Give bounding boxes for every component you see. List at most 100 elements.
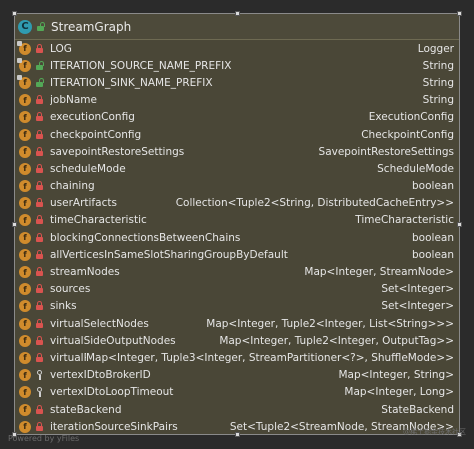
field-type: Set<Integer> [381, 283, 454, 296]
field-type: Collection<Tuple2<String, DistributedCac… [175, 197, 454, 210]
field-type: Map<Integer, Tuple2<Integer, OutputTag>> [219, 334, 454, 347]
field-icon: f [19, 403, 31, 416]
field-row[interactable]: f virtualSelectNodes Map<Integer, Tuple2<I… [15, 315, 459, 332]
class-node-streamgraph[interactable]: C StreamGraph f LOG Logger f ITERATION_SOURC… [12, 11, 462, 437]
field-row[interactable]: f allVerticesInSameSlotSharingGroupByDefa… [15, 246, 459, 263]
private-lock-icon [35, 301, 44, 311]
private-lock-icon [35, 318, 44, 329]
field-type: Logger [417, 42, 454, 55]
field-icon: f [19, 128, 31, 141]
field-row[interactable]: f stateBackend StateBackend [15, 401, 459, 418]
private-lock-icon [35, 335, 44, 346]
resize-handle-left[interactable] [12, 222, 17, 227]
field-type: Set<Integer> [381, 300, 454, 313]
public-unlock-icon [35, 77, 44, 88]
field-row[interactable]: f vertexIDtoBrokerID Map<Integer, String> [15, 367, 459, 384]
private-lock-icon [35, 232, 44, 243]
field-icon: f [19, 214, 31, 227]
private-lock-icon [35, 146, 44, 157]
field-icon: f [19, 94, 31, 107]
field-row[interactable]: f blockingConnectionsBetweenChains boolean [15, 229, 459, 246]
class-icon: C [18, 19, 32, 34]
field-row[interactable]: f streamNodes Map<Integer, StreamNode> [15, 263, 459, 280]
field-name: ITERATION_SOURCE_NAME_PREFIX [50, 59, 232, 72]
field-type: Map<Integer, Tuple3<Integer, StreamParti… [85, 351, 454, 364]
field-row[interactable]: f virtualPartitionNodesMap<Integer, Tuple… [15, 349, 459, 366]
field-row[interactable]: f executionConfig ExecutionConfig [15, 109, 459, 126]
field-name: sources [50, 283, 91, 296]
field-icon: f [19, 317, 31, 330]
public-unlock-icon [36, 21, 45, 32]
field-name: vertexIDtoBrokerID [50, 369, 151, 382]
field-icon: f [19, 231, 31, 244]
field-icon: f [19, 248, 31, 261]
field-icon: f [19, 180, 31, 193]
field-type: boolean [412, 231, 454, 244]
field-row[interactable]: f chaining boolean [15, 178, 459, 195]
field-icon: f [19, 351, 31, 364]
field-type: String [422, 94, 454, 107]
field-name: LOG [50, 42, 72, 55]
field-row[interactable]: f virtualSideOutputNodes Map<Integer, Tupl… [15, 332, 459, 349]
field-type: String [422, 76, 454, 89]
resize-handle-right[interactable] [457, 222, 462, 227]
field-name: sinks [50, 300, 77, 313]
resize-handle-top[interactable] [235, 11, 240, 16]
private-lock-icon [35, 421, 44, 432]
field-type: ScheduleMode [377, 162, 454, 175]
field-icon: f [19, 145, 31, 158]
field-row[interactable]: f jobName String [15, 92, 459, 109]
field-type: boolean [412, 248, 454, 261]
private-lock-icon [35, 181, 44, 191]
private-lock-icon [35, 163, 44, 174]
field-name: userArtifacts [50, 197, 117, 210]
resize-handle-top-right[interactable] [457, 11, 462, 16]
package-key-icon [35, 370, 44, 381]
field-type: Map<Integer, StreamNode> [304, 266, 454, 279]
powered-by-label: Powered by yFiles [8, 434, 80, 443]
field-name: jobName [50, 94, 97, 107]
field-type: TimeCharacteristic [355, 214, 454, 227]
field-row[interactable]: f LOG Logger [15, 40, 459, 57]
field-icon: f [17, 74, 31, 89]
field-icon: f [19, 300, 31, 313]
field-row[interactable]: f checkpointConfig CheckpointConfig [15, 126, 459, 143]
field-row[interactable]: f ITERATION_SINK_NAME_PREFIX String [15, 74, 459, 91]
field-name: virtualPartitionNodes [50, 351, 86, 364]
field-name: virtualSelectNodes [50, 317, 149, 330]
field-row[interactable]: f sources Set<Integer> [15, 281, 459, 298]
field-icon: f [19, 266, 31, 279]
resize-handle-top-left[interactable] [12, 11, 17, 16]
private-lock-icon [35, 267, 44, 277]
watermark: @稀土掘金技术社区 [403, 428, 466, 436]
field-icon: f [19, 369, 31, 382]
field-icon: f [19, 162, 31, 175]
class-header[interactable]: C StreamGraph [15, 14, 459, 40]
field-row[interactable]: f sinks Set<Integer> [15, 298, 459, 315]
field-row[interactable]: f timeCharacteristic TimeCharacteristic [15, 212, 459, 229]
private-lock-icon [35, 249, 44, 260]
field-name: iterationSourceSinkPairs [50, 420, 178, 433]
field-type: Map<Integer, Tuple2<Integer, List<String… [206, 317, 454, 330]
field-name: virtualSideOutputNodes [50, 334, 176, 347]
field-name: ITERATION_SINK_NAME_PREFIX [50, 76, 213, 89]
private-lock-icon [35, 404, 44, 415]
resize-handle-bottom[interactable] [235, 432, 240, 437]
field-row[interactable]: f savepointRestoreSettings SavepointRestor… [15, 143, 459, 160]
field-type: Map<Integer, Long> [344, 386, 454, 399]
field-type: ExecutionConfig [368, 111, 454, 124]
field-row[interactable]: f vertexIDtoLoopTimeout Map<Integer, Long> [15, 384, 459, 401]
private-lock-icon [35, 284, 44, 294]
field-row[interactable]: f scheduleMode ScheduleMode [15, 160, 459, 177]
field-list: f LOG Logger f ITERATION_SOURCE_NAME_PREFIX S… [15, 40, 459, 435]
field-icon: f [19, 197, 31, 210]
field-icon: f [17, 57, 31, 72]
field-name: timeCharacteristic [50, 214, 147, 227]
field-type: boolean [412, 180, 454, 193]
field-icon: f [19, 111, 31, 124]
field-name: checkpointConfig [50, 128, 142, 141]
field-row[interactable]: f userArtifacts Collection<Tuple2<String, … [15, 195, 459, 212]
private-lock-icon [35, 352, 44, 363]
field-row[interactable]: f ITERATION_SOURCE_NAME_PREFIX String [15, 57, 459, 74]
private-lock-icon [35, 198, 44, 208]
